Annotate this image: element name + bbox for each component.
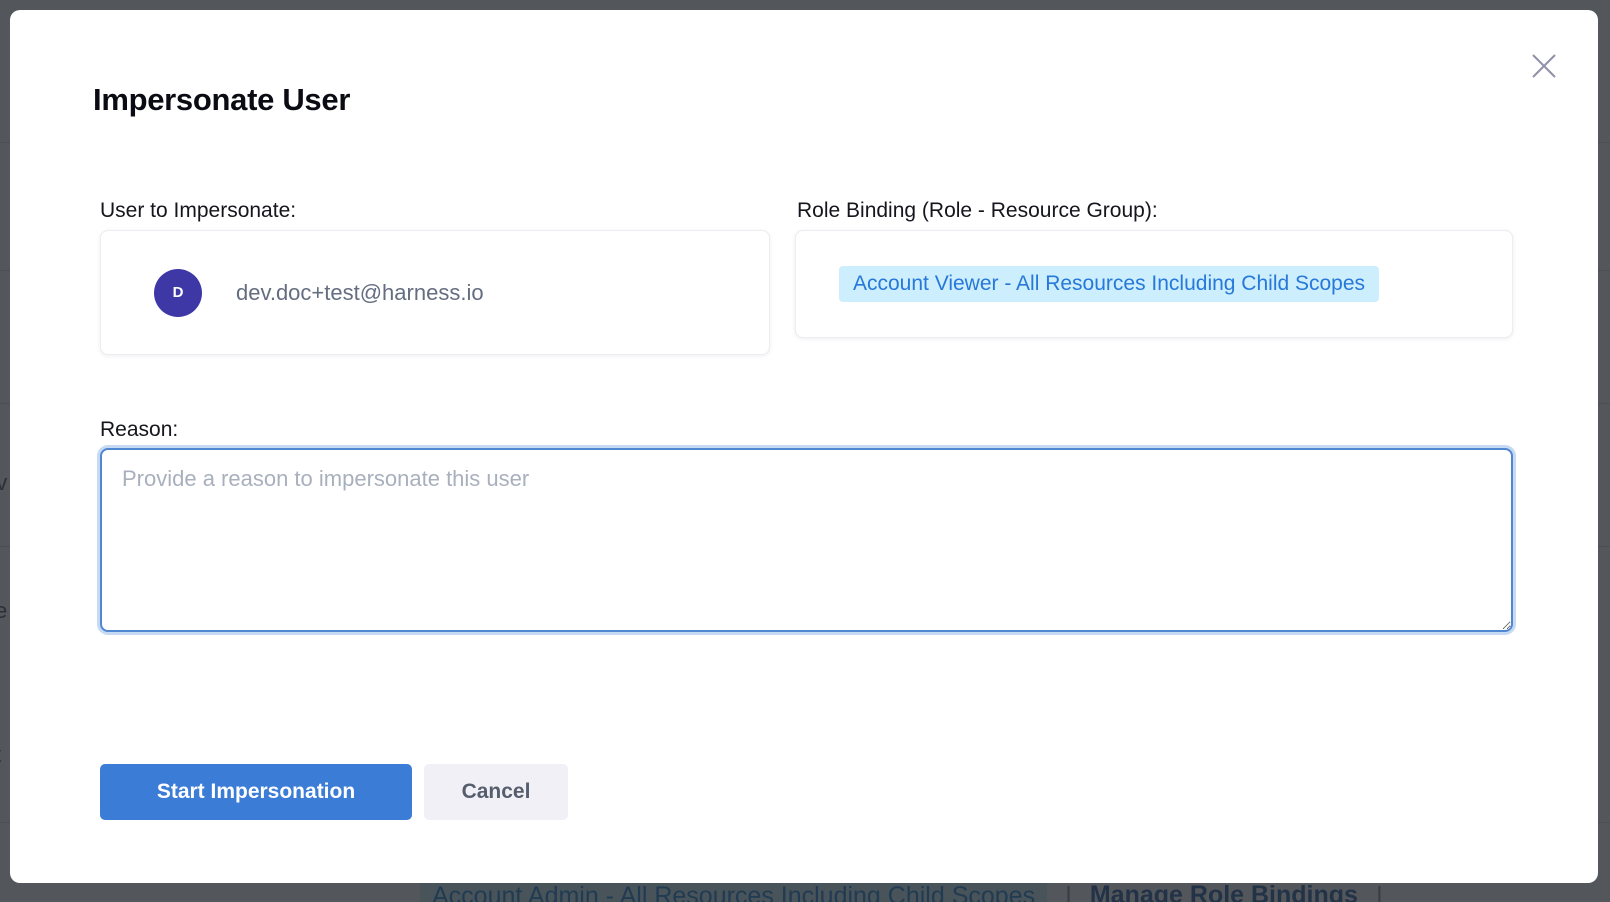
role-binding-label: Role Binding (Role - Resource Group): [797, 199, 1158, 223]
action-buttons: Start Impersonation Cancel [100, 764, 568, 820]
close-button[interactable] [1524, 46, 1564, 86]
cancel-button[interactable]: Cancel [424, 764, 568, 820]
start-impersonation-button[interactable]: Start Impersonation [100, 764, 412, 820]
impersonate-user-modal: Impersonate User User to Impersonate: D … [10, 10, 1598, 883]
reason-label: Reason: [100, 418, 178, 442]
avatar: D [154, 269, 202, 317]
user-card: D dev.doc+test@harness.io [100, 230, 770, 355]
page-title: Impersonate User [93, 82, 350, 118]
user-email: dev.doc+test@harness.io [236, 280, 484, 306]
close-icon [1531, 53, 1557, 79]
screen: r r s ev ve ct Account Admin - All Resou… [0, 0, 1610, 902]
role-binding-tag: Account Viewer - All Resources Including… [839, 266, 1379, 302]
reason-input[interactable] [100, 448, 1513, 632]
user-to-impersonate-label: User to Impersonate: [100, 199, 296, 223]
role-binding-card: Account Viewer - All Resources Including… [795, 230, 1513, 338]
